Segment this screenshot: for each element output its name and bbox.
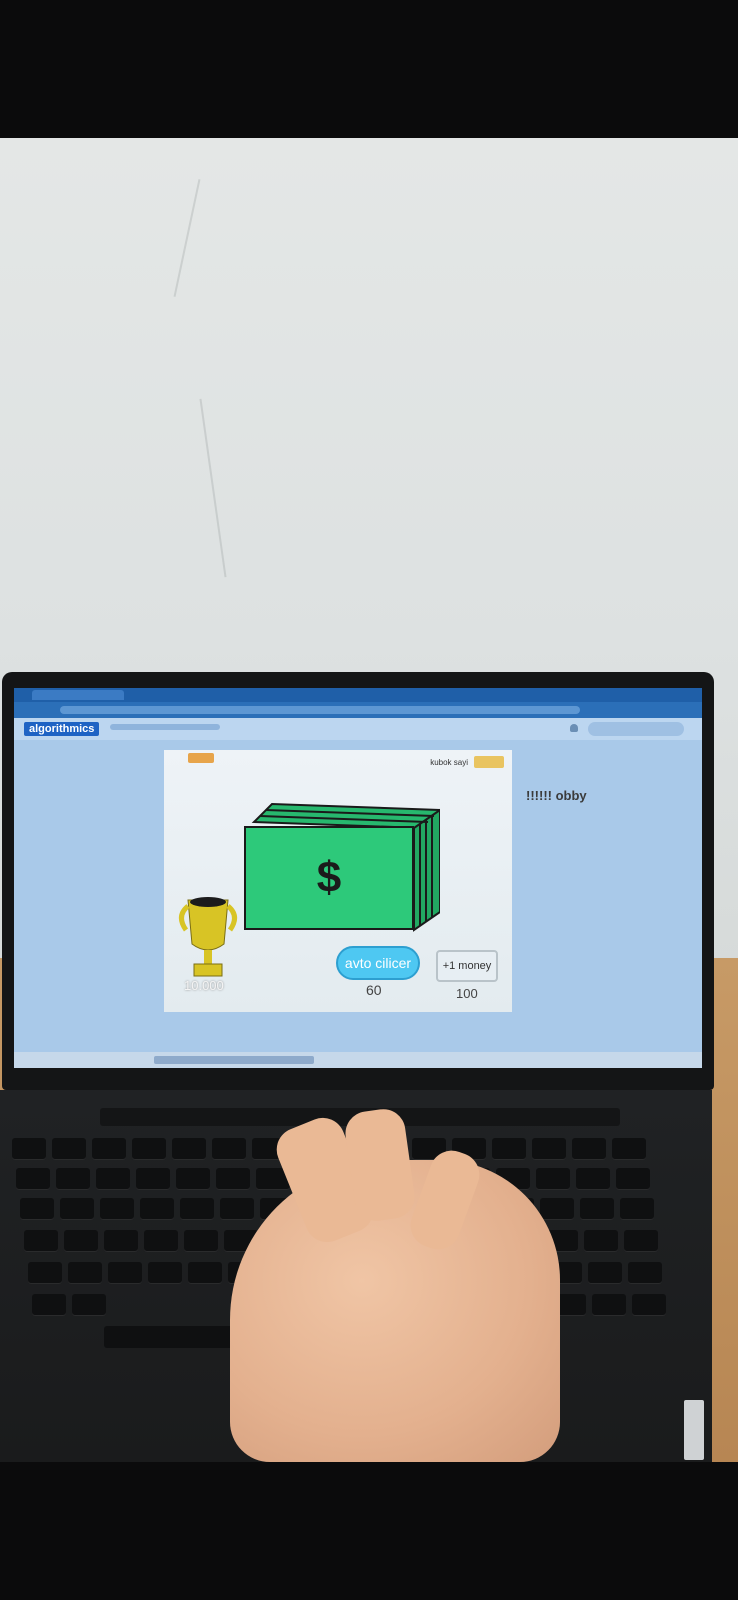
wall-crack — [199, 398, 227, 578]
trophy-score: 10.000 — [184, 978, 224, 993]
game-tag — [188, 753, 214, 763]
plus-one-money-cost: 100 — [456, 986, 478, 1001]
wall-crack — [173, 179, 201, 297]
hand — [230, 1106, 560, 1462]
bell-icon[interactable] — [570, 724, 578, 732]
banknote: $ — [244, 826, 414, 930]
game-stage: kubok sayi $ 10.000 avto cilicer 60 +1 m… — [164, 750, 512, 1012]
algorithmics-logo[interactable]: algorithmics — [24, 722, 100, 736]
finger — [404, 1144, 486, 1256]
windows-taskbar — [14, 1052, 702, 1068]
auto-clicker-label: avto cilicer — [344, 955, 412, 971]
url-field[interactable] — [60, 706, 580, 714]
laptop-screen: algorithmics kubok sayi $ 10.000 avto ci… — [14, 688, 702, 1068]
app-header: algorithmics — [14, 718, 702, 740]
project-title: !!!!!! obby — [526, 788, 587, 803]
letterbox-bottom — [0, 1462, 738, 1600]
browser-tabstrip — [14, 688, 702, 702]
laptop-lid: algorithmics kubok sayi $ 10.000 avto ci… — [2, 672, 714, 1090]
taskbar-icons[interactable] — [154, 1056, 314, 1064]
letterbox-top — [0, 0, 738, 138]
money-stack-button[interactable]: $ — [244, 802, 440, 932]
plus-one-money-label: +1 money — [442, 960, 492, 972]
browser-address-bar — [14, 702, 702, 718]
plus-one-money-button[interactable]: +1 money — [436, 950, 498, 982]
user-profile[interactable] — [588, 722, 684, 736]
browser-tab[interactable] — [32, 690, 124, 700]
trophy-icon — [179, 897, 237, 977]
laptop-brand-label — [684, 1400, 704, 1460]
auto-clicker-cost: 60 — [366, 982, 382, 998]
kubok-label: kubok sayi — [430, 758, 468, 767]
auto-clicker-button[interactable]: avto cilicer — [336, 946, 420, 980]
photo: algorithmics kubok sayi $ 10.000 avto ci… — [0, 138, 738, 1462]
dollar-icon: $ — [316, 853, 342, 902]
kubok-counter — [474, 756, 504, 768]
app-nav[interactable] — [110, 724, 220, 730]
